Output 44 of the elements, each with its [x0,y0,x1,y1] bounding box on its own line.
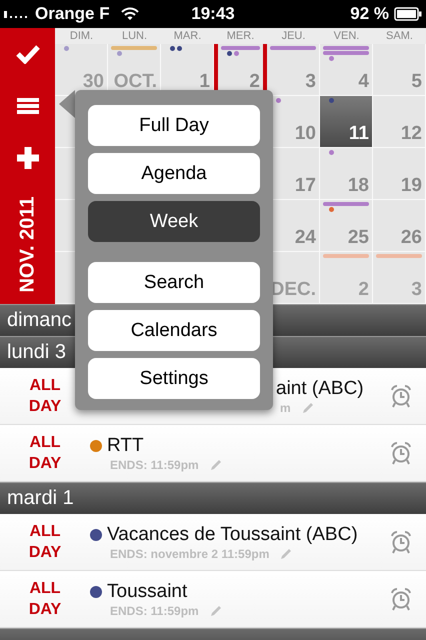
end-time: ENDS: 11:59pm [110,604,199,618]
day-title: lundi 3 [7,341,66,364]
day-title: mardi 1 [7,487,74,510]
event-title: RTT [107,434,144,456]
weekday-label: SAM. [385,29,414,44]
weekday-label: JEU. [280,29,306,44]
all-day-label: ALL DAY [28,433,62,474]
day-number: 1 [199,71,210,93]
day-number: 3 [411,279,422,301]
day-number: 11 [348,123,369,145]
weekday-label: MAR. [172,29,202,44]
weekday-label: VEN. [332,29,360,44]
day-number: 10 [294,123,316,145]
event-title: aint (ABC) [276,378,364,400]
day-number: 17 [294,175,316,197]
event-title: Toussaint [107,580,188,602]
day-number: 24 [294,227,316,249]
end-time: ENDS: novembre 2 11:59pm [110,546,270,560]
all-day-label: ALL DAY [28,579,62,620]
battery-percent: 92 % [350,4,389,24]
day-number: 19 [400,175,422,197]
day-number: OCT. [114,71,157,93]
all-day-label: ALL DAY [28,376,62,417]
day-number: 26 [400,227,422,249]
weekday-label: DIM. [68,29,94,44]
weekday-label: LUN. [120,29,148,44]
end-time: ENDS: 11:59pm [110,458,199,472]
day-number: 4 [358,71,369,93]
day-number: 30 [82,71,104,93]
carrier-name: Orange F [35,4,110,24]
day-title: dimanc [7,309,72,332]
clock-time: 19:43 [191,4,235,24]
month-label: NOV. 2011 [16,196,39,292]
day-number: 18 [348,175,369,197]
day-number: 5 [411,71,422,93]
day-number: 12 [400,123,422,145]
event-title: Vacances de Toussaint (ABC) [107,524,358,546]
day-number: 25 [348,227,369,249]
all-day-label: ALL DAY [28,522,62,563]
day-number: 3 [305,71,316,93]
day-number: 2 [358,279,369,301]
day-number: 2 [249,71,260,93]
weekday-label: MER. [226,29,256,44]
end-time: m [280,400,291,414]
